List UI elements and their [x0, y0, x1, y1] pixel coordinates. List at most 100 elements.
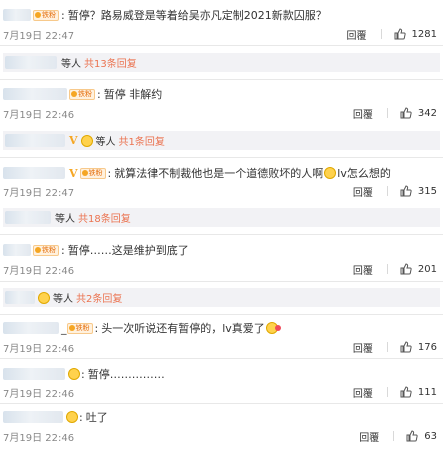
like-count: 63	[424, 430, 437, 442]
sub-replies-label: 等人	[61, 59, 81, 70]
thumbs-up-icon	[400, 341, 412, 353]
thumbs-up-icon	[400, 386, 412, 398]
sub-replies-label: 等人	[55, 214, 75, 225]
like-count: 342	[417, 107, 437, 119]
divider	[0, 281, 443, 282]
sub-replies-bar: 等人 共2条回复	[3, 288, 440, 307]
comment-text: 暂停？路易威登是等着给吴亦凡定制2021新款囚服？	[67, 9, 327, 22]
like-button[interactable]: 201	[400, 263, 437, 275]
like-button[interactable]: 1281	[394, 28, 437, 40]
colon: :	[107, 166, 112, 180]
fan-badge-icon: 铁粉	[69, 88, 95, 100]
thumbs-up-icon	[400, 107, 412, 119]
fan-badge-icon: 铁粉	[33, 9, 59, 21]
sub-replies-bar: V 等人 共1条回复	[3, 131, 440, 150]
sub-replies-label: 等人	[95, 137, 116, 148]
reply-button[interactable]: 回覆	[353, 385, 373, 400]
divider	[386, 186, 388, 196]
heart-eyes-emoji-icon	[265, 322, 281, 334]
like-count: 201	[417, 263, 437, 275]
like-button[interactable]: 176	[400, 341, 437, 353]
sub-replies-bar: 等人 共13条回复	[3, 53, 440, 72]
username-blurred[interactable]	[3, 167, 65, 179]
thumbs-up-icon	[400, 263, 412, 275]
comment-text: 暂停……这是维护到底了	[67, 244, 189, 257]
comment-time: 7月19日 22:46	[3, 265, 75, 277]
thumbs-up-icon	[406, 430, 418, 442]
verified-v-icon: V	[69, 166, 78, 180]
divider	[386, 108, 388, 118]
like-button[interactable]: 315	[400, 185, 437, 197]
divider	[0, 314, 443, 315]
reply-button[interactable]: 回覆	[353, 262, 373, 277]
divider	[0, 403, 443, 404]
divider	[386, 264, 388, 274]
like-button[interactable]: 342	[400, 107, 437, 119]
colon: :	[61, 243, 65, 257]
username-blurred[interactable]	[3, 9, 31, 21]
like-count: 176	[417, 341, 437, 353]
comment-text: 头一次听说还有暂停的，lv真爱了	[101, 322, 265, 335]
username-blurred[interactable]	[3, 368, 65, 380]
divider	[0, 157, 443, 158]
username-blurred	[5, 211, 51, 224]
reply-button[interactable]: 回覆	[359, 429, 379, 444]
comment-text: 就算法律不制裁他也是一个道德败坏的人啊	[114, 167, 324, 180]
comment-text: 暂停 非解约	[103, 88, 163, 101]
colon: :	[61, 8, 65, 22]
smiley-face-icon	[66, 411, 78, 423]
username-blurred[interactable]	[3, 244, 31, 256]
reply-button[interactable]: 回覆	[353, 106, 373, 121]
username-blurred[interactable]	[3, 322, 59, 334]
thumbs-up-icon	[394, 28, 406, 40]
like-count: 111	[417, 386, 437, 398]
smiley-face-icon	[324, 167, 337, 179]
thumbs-up-icon	[400, 185, 412, 197]
username-blurred	[5, 134, 65, 147]
comment-time: 7月19日 22:46	[3, 343, 75, 355]
colon: :	[97, 87, 101, 101]
reply-button[interactable]: 回覆	[353, 184, 373, 199]
divider	[380, 29, 382, 39]
fan-badge-icon: 铁粉	[79, 167, 106, 179]
fan-badge-icon: 铁粉	[66, 322, 93, 334]
sub-replies-bar: 等人 共18条回复	[3, 208, 440, 227]
smiley-face-icon	[68, 368, 80, 380]
colon: :	[79, 410, 83, 424]
comment-time: 7月19日 22:47	[3, 187, 75, 199]
view-replies-link[interactable]: 共13条回复	[84, 55, 137, 70]
sub-replies-label: 等人	[53, 294, 73, 305]
comment-time: 7月19日 22:46	[3, 432, 75, 444]
username-blurred[interactable]	[3, 411, 63, 423]
comment-time: 7月19日 22:46	[3, 388, 75, 400]
divider	[0, 358, 443, 359]
divider	[0, 45, 443, 46]
like-button[interactable]: 63	[406, 430, 437, 442]
view-replies-link[interactable]: 共2条回复	[76, 290, 122, 305]
username-suffix: _	[61, 321, 67, 335]
like-count: 315	[417, 185, 437, 197]
divider	[386, 342, 388, 352]
username-blurred	[5, 56, 57, 69]
divider	[393, 431, 395, 441]
divider	[0, 79, 443, 80]
smiley-face-icon	[80, 134, 93, 147]
fan-badge-icon: 铁粉	[33, 244, 59, 256]
comment-time: 7月19日 22:46	[3, 109, 75, 121]
like-button[interactable]: 111	[400, 386, 437, 398]
reply-button[interactable]: 回覆	[347, 27, 367, 42]
username-blurred	[5, 291, 35, 304]
view-replies-link[interactable]: 共1条回复	[119, 133, 165, 148]
smiley-face-icon	[38, 291, 50, 304]
colon: :	[94, 321, 99, 335]
divider	[0, 234, 443, 235]
comment-time: 7月19日 22:47	[3, 30, 75, 42]
divider	[386, 387, 388, 397]
reply-button[interactable]: 回覆	[353, 340, 373, 355]
colon: :	[81, 367, 85, 381]
view-replies-link[interactable]: 共18条回复	[78, 210, 131, 225]
comment-text: 吐了	[85, 411, 108, 424]
username-blurred[interactable]	[3, 88, 67, 100]
verified-v-icon: V	[69, 134, 78, 147]
comment-text: 暂停……………	[87, 368, 165, 381]
